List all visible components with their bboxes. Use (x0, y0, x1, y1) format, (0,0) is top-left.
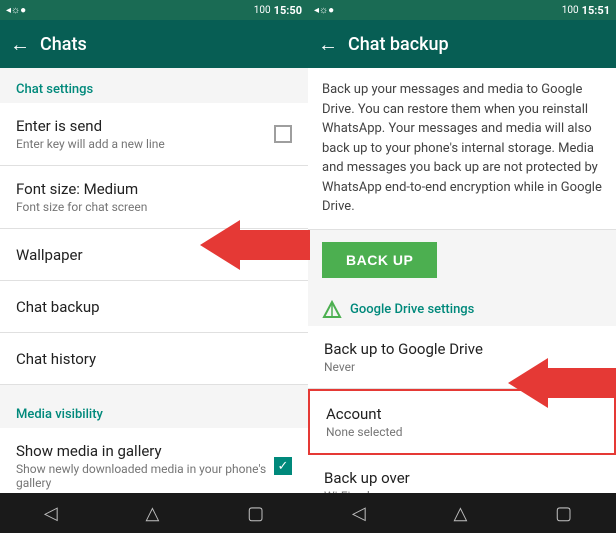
back-nav-icon-left[interactable]: ◁ (44, 503, 58, 524)
backup-to-drive-title: Back up to Google Drive (324, 340, 600, 358)
right-time: 15:51 (582, 4, 610, 17)
media-visibility-header: Media visibility (0, 393, 308, 428)
font-size-title: Font size: Medium (16, 180, 292, 198)
show-media-item[interactable]: Show media in gallery Show newly downloa… (0, 428, 308, 493)
left-bottom-nav: ◁ △ ▢ (0, 493, 308, 533)
font-size-item[interactable]: Font size: Medium Font size for chat scr… (0, 166, 308, 229)
left-phone-panel: ◂☼● 100 15:50 ← Chats Chat settings Ente… (0, 0, 308, 533)
font-size-subtitle: Font size for chat screen (16, 200, 292, 214)
enter-is-send-checkbox[interactable] (274, 125, 292, 143)
section-gap-1 (0, 385, 308, 393)
right-status-left-icons: ◂☼● (314, 5, 334, 16)
back-button-right[interactable]: ← (318, 32, 338, 57)
wallpaper-title: Wallpaper (16, 246, 292, 264)
left-content: Chat settings Enter is send Enter key wi… (0, 68, 308, 493)
left-status-bar: ◂☼● 100 15:50 (0, 0, 308, 20)
left-status-right-icons: 100 15:50 (254, 4, 302, 17)
signal-icon: ◂☼● (6, 5, 26, 16)
right-status-bar: ◂☼● 100 15:51 (308, 0, 616, 20)
chat-history-title: Chat history (16, 350, 292, 368)
left-page-title: Chats (40, 34, 87, 55)
show-media-title: Show media in gallery (16, 442, 274, 460)
right-bottom-nav: ◁ △ ▢ (308, 493, 616, 533)
chat-history-item[interactable]: Chat history (0, 333, 308, 385)
chat-backup-title: Chat backup (16, 298, 292, 316)
google-drive-label: Google Drive settings (350, 302, 474, 317)
right-signal-icon: ◂☼● (314, 5, 334, 16)
battery-icon: 100 (254, 5, 271, 16)
account-title: Account (326, 405, 598, 423)
enter-is-send-title: Enter is send (16, 117, 274, 135)
show-media-subtitle: Show newly downloaded media in your phon… (16, 462, 274, 490)
backup-over-item[interactable]: Back up over Wi-Fi only (308, 455, 616, 494)
enter-is-send-item[interactable]: Enter is send Enter key will add a new l… (0, 103, 308, 166)
google-drive-icon (322, 300, 342, 320)
back-nav-icon-right[interactable]: ◁ (352, 503, 366, 524)
left-status-left-icons: ◂☼● (6, 5, 26, 16)
home-nav-icon-right[interactable]: △ (453, 503, 467, 524)
google-drive-section-header: Google Drive settings (308, 290, 616, 326)
home-nav-icon-left[interactable]: △ (145, 503, 159, 524)
chat-settings-header: Chat settings (0, 68, 308, 103)
show-media-checkbox[interactable]: ✓ (274, 457, 292, 475)
backup-description: Back up your messages and media to Googl… (308, 68, 616, 230)
account-item[interactable]: Account None selected (308, 389, 616, 455)
enter-is-send-subtitle: Enter key will add a new line (16, 137, 274, 151)
recent-nav-icon-left[interactable]: ▢ (247, 503, 264, 524)
chat-backup-item[interactable]: Chat backup (0, 281, 308, 333)
right-top-bar: ← Chat backup (308, 20, 616, 68)
backup-to-drive-item[interactable]: Back up to Google Drive Never (308, 326, 616, 389)
back-button-left[interactable]: ← (10, 32, 30, 57)
account-subtitle: None selected (326, 425, 598, 439)
right-phone-panel: ◂☼● 100 15:51 ← Chat backup Back up your… (308, 0, 616, 533)
right-status-right-icons: 100 15:51 (562, 4, 610, 17)
right-battery-icon: 100 (562, 5, 579, 16)
backup-to-drive-subtitle: Never (324, 360, 600, 374)
backup-button[interactable]: BACK UP (322, 242, 437, 278)
right-content: Back up your messages and media to Googl… (308, 68, 616, 493)
wallpaper-item[interactable]: Wallpaper (0, 229, 308, 281)
recent-nav-icon-right[interactable]: ▢ (555, 503, 572, 524)
left-time: 15:50 (274, 4, 302, 17)
backup-over-title: Back up over (324, 469, 600, 487)
left-top-bar: ← Chats (0, 20, 308, 68)
right-page-title: Chat backup (348, 34, 449, 55)
